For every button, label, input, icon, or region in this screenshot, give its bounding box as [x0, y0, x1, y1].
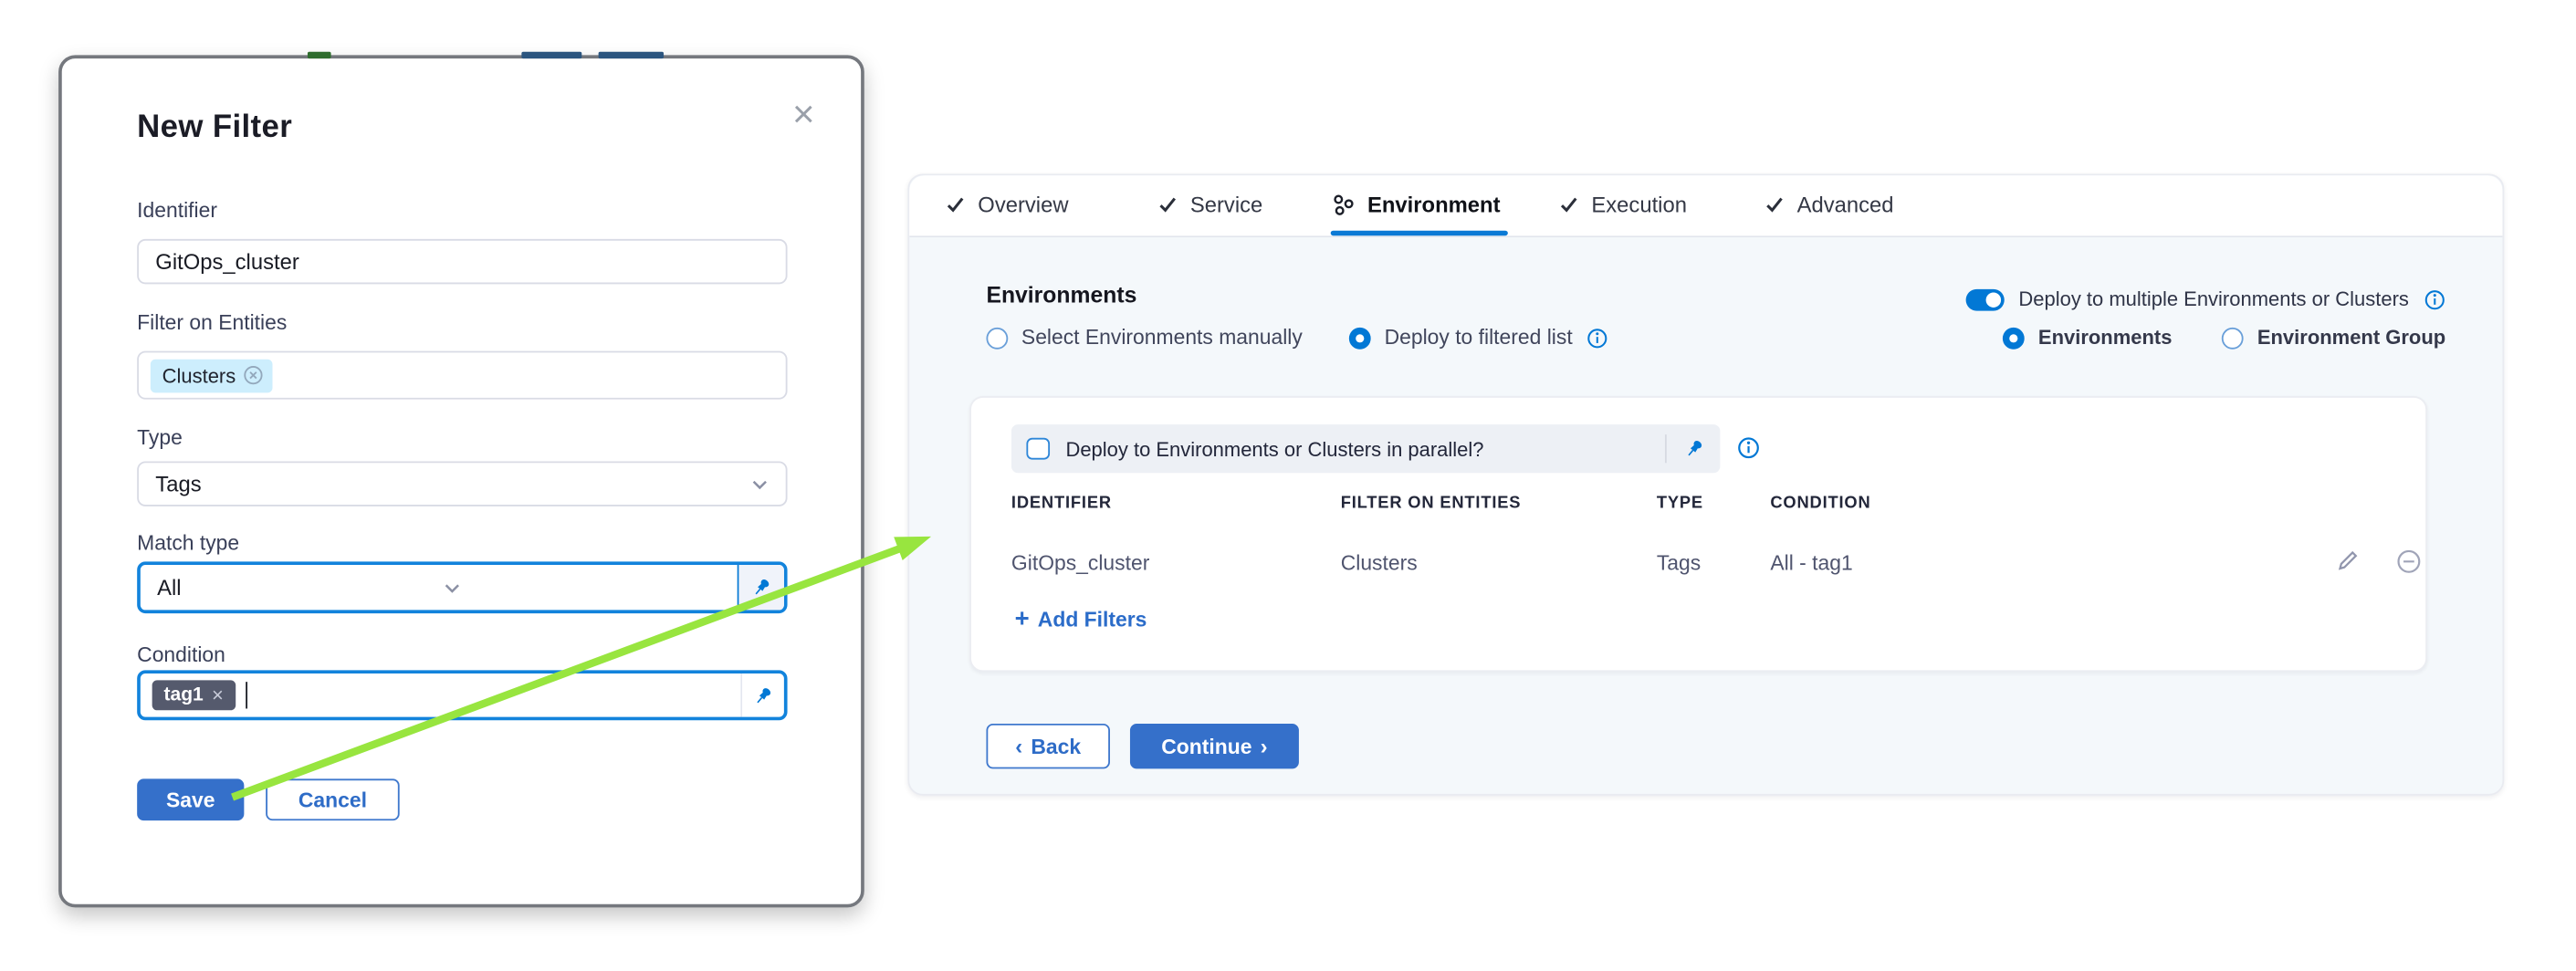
multi-env-toggle-row: Deploy to multiple Environments or Clust… [1965, 287, 2445, 311]
parallel-checkbox-label: Deploy to Environments or Clusters in pa… [1065, 437, 1483, 461]
col-header-filter-on-entities: FILTER ON ENTITIES [1341, 495, 1522, 513]
parallel-deploy-bar: Deploy to Environments or Clusters in pa… [1011, 424, 1720, 473]
col-header-condition: CONDITION [1770, 495, 1870, 513]
tag1-chip: tag1 × [152, 680, 236, 710]
pipeline-tabbar: Overview Service Environment Execution A… [909, 175, 2502, 237]
chevron-down-icon[interactable] [750, 477, 769, 491]
environment-cluster-icon [1331, 193, 1356, 217]
pin-icon[interactable] [740, 673, 784, 717]
plus-icon: + [1015, 609, 1030, 632]
annotated-screenshot: New Filter × Identifier GitOps_cluster F… [0, 0, 2576, 971]
check-icon [1558, 193, 1580, 215]
multi-env-toggle-label: Deploy to multiple Environments or Clust… [2018, 287, 2408, 311]
tab-execution[interactable]: Execution [1558, 175, 1687, 234]
background-peek-green [308, 52, 331, 57]
chevron-left-icon: ‹ [1015, 734, 1022, 758]
condition-input[interactable]: tag1 × [137, 670, 787, 720]
close-icon[interactable]: × [792, 95, 815, 133]
row-filter-on-entities: Clusters [1341, 551, 1418, 575]
radio-environments[interactable] [2003, 327, 2025, 349]
type-select[interactable]: Tags [137, 461, 787, 506]
radio-select-manually[interactable] [986, 327, 1008, 349]
chevron-right-icon: › [1261, 734, 1268, 758]
modal-title: New Filter [137, 110, 292, 147]
add-filters-button[interactable]: + Add Filters [1015, 609, 1147, 632]
pencil-icon[interactable] [2335, 548, 2360, 573]
multi-env-toggle[interactable] [1965, 288, 2004, 310]
tab-overview[interactable]: Overview [945, 175, 1069, 234]
row-condition: All - tag1 [1770, 551, 1852, 575]
tab-service[interactable]: Service [1157, 175, 1262, 234]
chevron-down-icon[interactable] [443, 580, 461, 594]
background-peek-blue [599, 52, 664, 57]
identifier-value: GitOps_cluster [155, 249, 298, 274]
tab-advanced[interactable]: Advanced [1764, 175, 1894, 234]
active-tab-underline [1331, 231, 1508, 235]
parallel-checkbox[interactable] [1026, 437, 1049, 460]
radio-environment-group[interactable] [2222, 327, 2244, 349]
identifier-label: Identifier [137, 199, 217, 223]
radio-environment-group-label: Environment Group [2257, 326, 2445, 350]
clusters-chip: Clusters [151, 359, 273, 392]
minus-circle-icon[interactable] [2395, 548, 2422, 575]
radio-deploy-filtered[interactable] [1349, 327, 1371, 349]
text-cursor [246, 682, 247, 708]
filter-on-entities-input[interactable]: Clusters [137, 351, 787, 400]
save-button[interactable]: Save [137, 778, 244, 820]
divider [1665, 434, 1667, 463]
pin-icon[interactable] [738, 565, 784, 610]
pin-icon[interactable] [1683, 438, 1705, 460]
row-type: Tags [1657, 551, 1701, 575]
chip-remove-icon[interactable]: × [212, 684, 224, 707]
environments-heading: Environments [986, 282, 1136, 307]
match-type-label: Match type [137, 531, 239, 555]
info-icon[interactable] [1586, 327, 1607, 349]
check-icon [945, 193, 967, 215]
info-icon[interactable] [1737, 436, 1761, 460]
match-type-value: All [157, 575, 181, 600]
check-icon [1157, 193, 1178, 215]
check-icon [1764, 193, 1785, 215]
continue-button[interactable]: Continue › [1130, 724, 1299, 768]
deploy-mode-radios: Select Environments manually Deploy to f… [986, 326, 1607, 350]
filter-on-entities-label: Filter on Entities [137, 311, 287, 335]
tab-environment[interactable]: Environment [1331, 175, 1501, 234]
back-button[interactable]: ‹ Back [986, 724, 1110, 768]
environment-config-panel: Overview Service Environment Execution A… [907, 173, 2504, 795]
new-filter-modal: New Filter × Identifier GitOps_cluster F… [58, 55, 864, 907]
radio-select-manually-label: Select Environments manually [1021, 326, 1303, 350]
col-header-identifier: IDENTIFIER [1011, 495, 1112, 513]
condition-label: Condition [137, 643, 225, 667]
filters-card: Deploy to Environments or Clusters in pa… [969, 396, 2427, 672]
background-peek-blue [521, 52, 581, 57]
radio-environments-label: Environments [2038, 326, 2173, 350]
match-type-select[interactable]: All [137, 561, 787, 613]
col-header-type: TYPE [1657, 495, 1703, 513]
env-target-radios: Environments Environment Group [2003, 326, 2445, 350]
type-label: Type [137, 426, 183, 450]
identifier-input[interactable]: GitOps_cluster [137, 239, 787, 284]
radio-deploy-filtered-label: Deploy to filtered list [1385, 326, 1573, 350]
cancel-button[interactable]: Cancel [266, 778, 400, 820]
row-identifier: GitOps_cluster [1011, 551, 1149, 575]
type-value: Tags [155, 471, 201, 496]
circled-x-icon[interactable] [243, 364, 265, 386]
info-icon[interactable] [2424, 288, 2445, 310]
